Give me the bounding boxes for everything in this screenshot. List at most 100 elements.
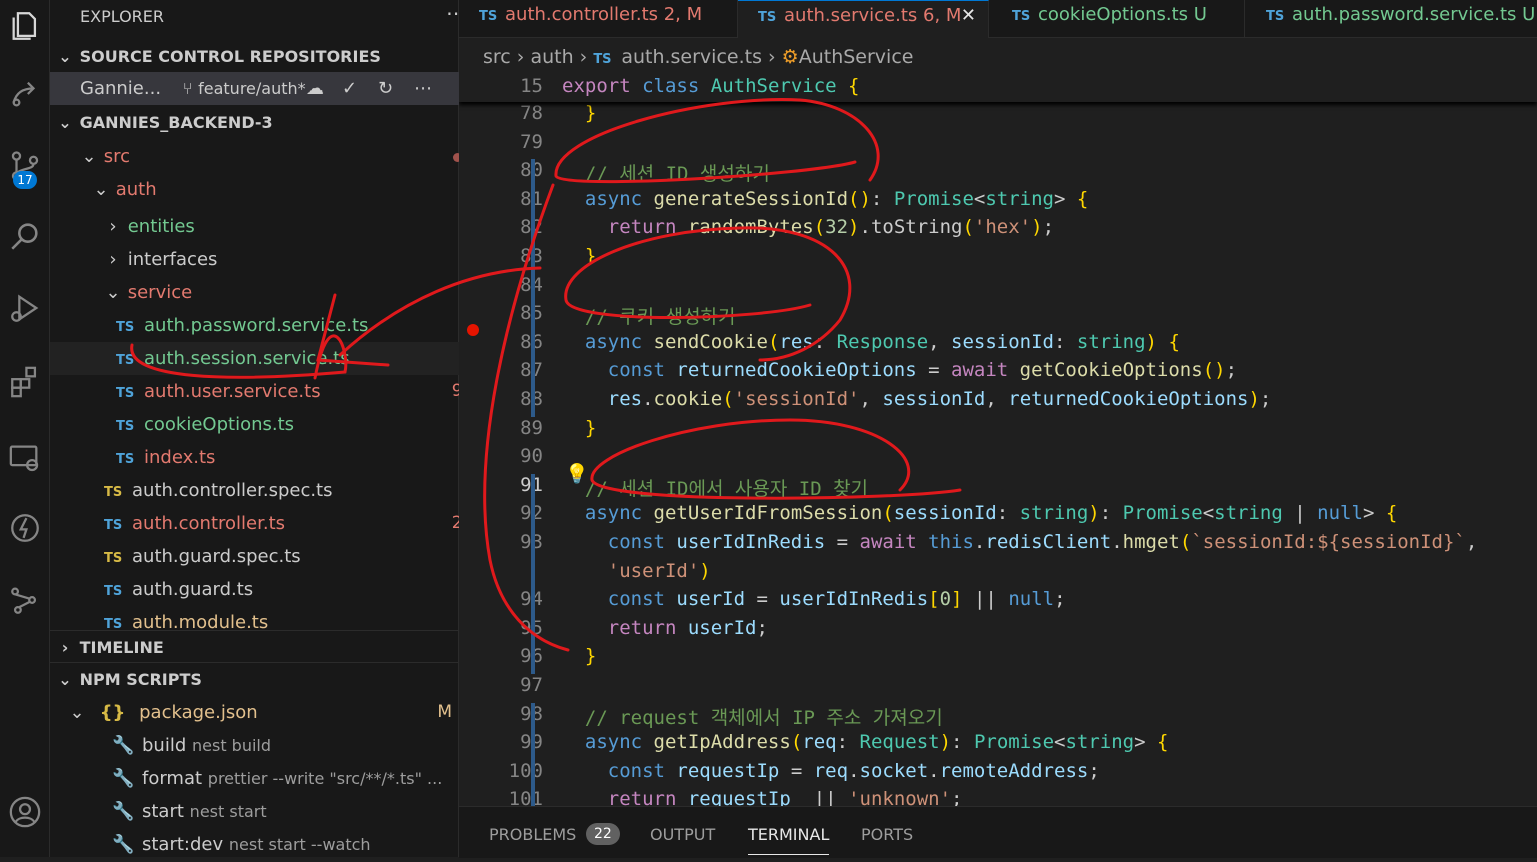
package-json-item[interactable]: ⌄ {} package.json M [50,696,476,729]
npm-script-item[interactable]: 🔧 start:dev nest start --watch [50,828,520,861]
tab-problems[interactable]: PROBLEMS [489,807,576,858]
npm-scripts-section-header[interactable]: ⌄ NPM SCRIPTS [50,662,464,696]
code-line: } [584,416,597,439]
script-name: format [142,768,203,789]
json-icon: {} [99,702,126,723]
run-debug-icon[interactable] [0,282,49,334]
scm-section-header[interactable]: ⌄ SOURCE CONTROL REPOSITORIES [50,40,464,73]
tree-item-label: auth.password.service.ts [144,315,369,336]
breakpoint-icon[interactable] [467,324,479,336]
tab-auth-controller[interactable]: TS auth.controller.ts 2, M [459,0,738,37]
account-icon[interactable] [0,786,49,838]
git-change-gutter [531,159,535,303]
breadcrumb-item[interactable]: auth [530,46,573,68]
tree-folder-item[interactable]: ⌄ src [50,140,488,173]
thunder-client-icon[interactable] [0,502,49,554]
typescript-icon: TS [104,485,123,500]
tree-file-item[interactable]: TSauth.password.service.tsU [50,309,524,342]
timeline-section-header[interactable]: › TIMELINE [50,630,464,664]
tree-file-item[interactable]: TSauth.controller.ts2, M [50,507,512,540]
tab-output[interactable]: OUTPUT [650,807,715,858]
chevron-right-icon: › [768,46,782,68]
bottom-panel: PROBLEMS 22 OUTPUT TERMINAL PORTS [459,806,1537,858]
tree-file-item[interactable]: TSauth.session.service.tsU [50,342,524,375]
repo-row[interactable]: Gannie... ⑂ feature/auth* ☁ ✓ ↻ ⋯ [50,72,488,105]
git-graph-icon[interactable] [0,574,49,626]
tab-auth-password-service[interactable]: TS auth.password.service.ts U [1246,0,1537,37]
chevron-right-icon: › [109,216,117,237]
tree-file-item[interactable]: TS auth.guard.spec.ts [50,540,512,573]
refresh-icon[interactable]: ↻ [378,72,393,105]
breadcrumb-item[interactable]: src [483,46,511,68]
tree-file-item[interactable]: TSindex.ts1, U [50,441,524,474]
typescript-icon: TS [758,10,777,25]
tab-terminal[interactable]: TERMINAL [748,807,830,855]
commit-check-icon[interactable]: ✓ [342,72,357,105]
chevron-right-icon: › [579,46,594,68]
tree-file-item[interactable]: TScookieOptions.tsU [50,408,524,441]
explorer-icon[interactable] [0,0,49,52]
line-number: 89 [520,416,543,439]
repo-more-icon[interactable]: ⋯ [414,72,432,105]
code-line: // 세션 ID에서 사용자 ID 찾기 [562,477,869,500]
remote-explorer-icon[interactable] [0,432,49,484]
tab-auth-service[interactable]: TS auth.service.ts 6, M ✕ [738,0,989,38]
npm-script-item[interactable]: 🔧 start nest start [50,795,520,828]
breadcrumb-item[interactable]: auth.service.ts [621,46,762,68]
breadcrumb-item[interactable]: AuthService [799,46,914,68]
tree-item-label: entities [127,216,195,237]
run-and-share-icon[interactable] [0,68,49,120]
tree-item-label: auth.guard.spec.ts [132,546,301,567]
project-section-header[interactable]: ⌄ GANNIES_BACKEND-3 [50,106,464,139]
close-icon[interactable]: ✕ [961,1,976,31]
tree-folder-item[interactable]: › entities [50,210,512,243]
code-line: // request 객체에서 IP 주소 가져오기 [562,706,943,729]
chevron-right-icon: › [109,249,117,270]
code-line: const requestIp = req.socket.remoteAddre… [607,759,1100,782]
tree-file-item[interactable]: TSauth.user.service.ts9+, U [50,375,524,408]
tab-cookie-options[interactable]: TS cookieOptions.ts U [992,0,1245,37]
chevron-down-icon: ⌄ [105,282,121,303]
git-change-gutter [531,302,535,417]
npm-script-item[interactable]: 🔧 build nest build [50,729,520,762]
line-number: 79 [520,130,543,153]
tree-item-label: auth [115,179,157,200]
tree-file-item[interactable]: TS auth.guard.ts [50,573,512,606]
tree-file-item[interactable]: TS auth.controller.spec.ts [50,474,512,507]
tree-folder-item[interactable]: ⌄ auth [50,173,500,206]
extensions-icon[interactable] [0,356,49,408]
code-line: async getUserIdFromSession(sessionId: st… [584,502,1398,525]
sync-icon[interactable]: ☁ [306,72,324,105]
chevron-right-icon: › [61,638,69,657]
code-line: return requestIp || 'unknown'; [607,788,963,806]
code-line: } [584,102,597,124]
problems-count-badge: 22 [586,823,620,845]
tree-item-label: interfaces [127,249,218,270]
lightbulb-icon[interactable]: 💡 [565,462,589,485]
code-editor[interactable]: 78 }7980 // 세션 ID 생성하기81 async generateS… [459,72,1537,806]
script-command: nest start --watch [228,835,371,854]
explorer-title: EXPLORER [80,7,164,26]
code-line: 'userId') [607,559,711,582]
activity-bar: 17 [0,0,50,857]
search-icon[interactable] [0,210,49,262]
source-control-badge: 17 [13,171,37,189]
code-line: return randomBytes(32).toString('hex'); [607,216,1055,239]
tree-item-label: auth.user.service.ts [144,381,321,402]
tree-folder-item[interactable]: › interfaces [50,243,512,276]
typescript-icon: TS [116,320,135,335]
tree-item-label: src [103,146,131,167]
branch-name[interactable]: feature/auth* [198,79,306,98]
code-line: // 세션 ID 생성하기 [562,163,770,186]
tree-item-label: service [127,282,193,303]
chevron-down-icon: ⌄ [93,179,109,200]
tab-ports[interactable]: PORTS [861,807,913,858]
code-line: async sendCookie(res: Response, sessionI… [584,330,1180,353]
code-line: res.cookie('sessionId', sessionId, retur… [607,388,1272,410]
script-name: start [142,801,184,822]
typescript-icon: TS [116,452,135,467]
chevron-down-icon: ⌄ [81,146,97,167]
sticky-scroll[interactable]: 15 export class AuthService { [459,72,1537,102]
tree-folder-item[interactable]: ⌄ service [50,276,512,309]
npm-script-item[interactable]: 🔧 format prettier --write "src/**/*.ts" .… [50,762,520,795]
